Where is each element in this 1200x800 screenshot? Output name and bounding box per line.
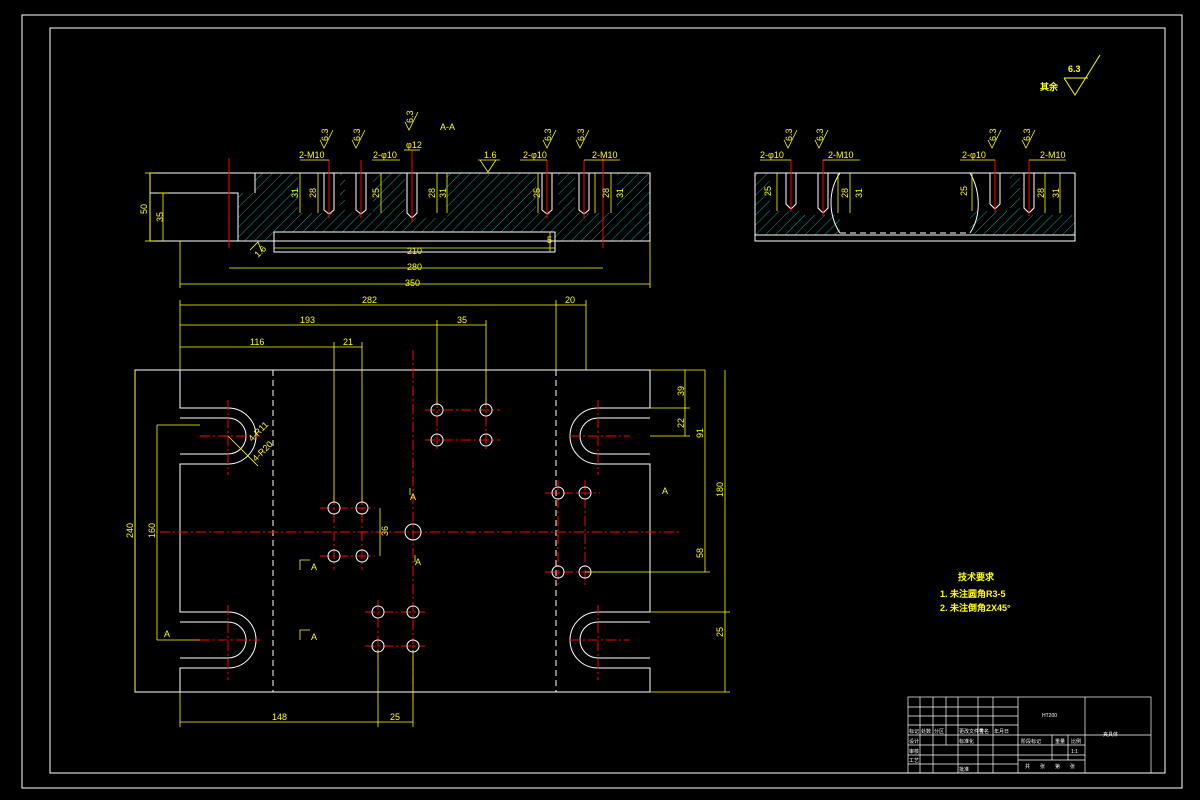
dim-w21: 21: [343, 337, 353, 347]
r-roughness-4: 6.3: [1022, 128, 1032, 141]
section-mark-5: A: [311, 632, 317, 642]
roughness-4: 6.3: [543, 128, 553, 141]
tb-cell-4: 签名: [979, 728, 989, 735]
cad-drawing: 其余 6.3 2-M10 2-φ10 φ12 2-φ10 2-M10 A-A 6…: [21, 14, 1183, 789]
title-part-name: 夹具体: [1103, 731, 1118, 738]
tb-cell-10: 批准: [959, 766, 969, 773]
r-roughness-2: 6.3: [815, 128, 825, 141]
rough-bottom: 1.6: [252, 243, 268, 259]
section-mark-4: A: [164, 629, 170, 639]
r-dim-d28b: 28: [1036, 188, 1046, 198]
tb-cell-12: 重量: [1055, 738, 1065, 745]
dim-w282: 282: [362, 295, 377, 305]
dim-h240: 240: [125, 523, 135, 538]
tb-cell-15: 共: [1025, 763, 1030, 770]
section-mark-3: A: [662, 486, 668, 496]
tech-title: 技术要求: [958, 571, 995, 582]
plan-view: 282 20 193 35 116 21 148 25 240 160 36 3…: [125, 295, 730, 727]
roughness-2: 6.3: [352, 128, 362, 141]
tb-cell-11: 阶段标记: [1021, 738, 1041, 745]
dim-w20: 20: [565, 295, 575, 305]
dim-w35: 35: [457, 315, 467, 325]
title-material: HT200: [1042, 713, 1057, 719]
tb-cell-18: 张: [1070, 763, 1075, 770]
r-roughness-1: 6.3: [784, 128, 794, 141]
dim-d31c: 31: [615, 188, 625, 198]
roughness-6: 1.6: [484, 150, 497, 160]
dim-w350: 350: [405, 278, 420, 288]
r-dim-d28a: 28: [840, 188, 850, 198]
callout-m10-left: 2-M10: [299, 150, 325, 160]
callout-m10-right: 2-M10: [592, 150, 618, 160]
dim-v39: 39: [676, 386, 686, 396]
dim-d28a: 28: [308, 188, 318, 198]
callout-phi12: φ12: [406, 140, 422, 150]
r-callout-m10-right: 2-M10: [1040, 150, 1066, 160]
r-dim-d25a: 25: [763, 186, 773, 196]
technical-requirements: 技术要求 1. 未注圆角R3-5 2. 未注倒角2X45°: [940, 571, 1011, 613]
dim-v58: 58: [695, 548, 705, 558]
tb-cell-6: 设计: [909, 738, 919, 745]
dim-w25b: 25: [390, 712, 400, 722]
tb-cell-9: 工艺: [909, 758, 919, 764]
dim-v180: 180: [715, 482, 725, 497]
dim-v25: 25: [715, 627, 725, 637]
tb-cell-8: 审核: [909, 748, 919, 755]
dim-d25a: 25: [371, 188, 381, 198]
tech-item-1: 1. 未注圆角R3-5: [940, 588, 1006, 599]
section-view-left: 2-M10 2-φ10 φ12 2-φ10 2-M10 A-A 6.3 6.3 …: [139, 110, 651, 288]
dim-v22: 22: [676, 418, 686, 428]
callout-phi10-right: 2-φ10: [523, 150, 547, 160]
dim-w210: 210: [407, 246, 422, 256]
section-mark-1: A: [410, 492, 416, 502]
dim-h50: 50: [139, 204, 149, 214]
dim-slot-depth: 5: [547, 235, 552, 245]
dim-v91: 91: [695, 428, 705, 438]
dim-w280: 280: [407, 262, 422, 272]
r-dim-d25b: 25: [959, 186, 969, 196]
outer-frame: [21, 14, 1183, 789]
dim-h160: 160: [147, 523, 157, 538]
roughness-1: 6.3: [320, 128, 330, 141]
dim-h35: 35: [155, 212, 165, 222]
tb-cell-17: 第: [1055, 763, 1060, 770]
tb-cell-13: 比例: [1071, 738, 1081, 745]
dim-w116: 116: [250, 337, 264, 347]
section-view-right: 2-φ10 2-M10 2-φ10 2-M10 6.3 6.3 6.3 6.3 …: [754, 128, 1076, 242]
surface-finish-label: 其余: [1040, 81, 1059, 92]
section-mark-2: A: [415, 557, 421, 567]
dim-h36: 36: [380, 526, 390, 536]
tb-cell-2: 分区: [934, 728, 944, 735]
dim-d25c: 25: [532, 188, 542, 198]
surface-finish-value: 6.3: [1068, 64, 1081, 74]
tb-cell-5: 年月日: [994, 728, 1009, 735]
dim-d28c: 28: [601, 188, 611, 198]
r-callout-phi10-right: 2-φ10: [962, 150, 986, 160]
r-roughness-3: 6.3: [988, 128, 998, 141]
roughness-3: 6.3: [405, 110, 415, 123]
dim-d28b: 28: [427, 188, 437, 198]
tb-cell-7: 标准化: [959, 738, 974, 745]
section-mark-6: A: [311, 562, 317, 572]
r-dim-d31b: 31: [1051, 188, 1061, 198]
surface-finish-general: 其余 6.3: [1040, 54, 1101, 96]
dim-d31a: 31: [290, 188, 300, 198]
r-callout-m10-left: 2-M10: [828, 150, 854, 160]
tb-cell-16: 张: [1040, 763, 1045, 770]
r-dim-d31a: 31: [854, 188, 864, 198]
tb-cell-0: 标记: [909, 728, 919, 735]
roughness-5: 6.3: [576, 128, 586, 141]
dim-w193: 193: [300, 315, 315, 325]
dim-d31b: 31: [438, 188, 448, 198]
tb-cell-14: 1:1: [1071, 749, 1078, 755]
r-callout-phi10-left: 2-φ10: [760, 150, 784, 160]
tech-item-2: 2. 未注倒角2X45°: [940, 602, 1011, 613]
tb-cell-1: 处数: [921, 728, 931, 735]
callout-phi10-left: 2-φ10: [373, 150, 397, 160]
section-label: A-A: [440, 122, 455, 132]
dim-w148: 148: [272, 712, 287, 722]
